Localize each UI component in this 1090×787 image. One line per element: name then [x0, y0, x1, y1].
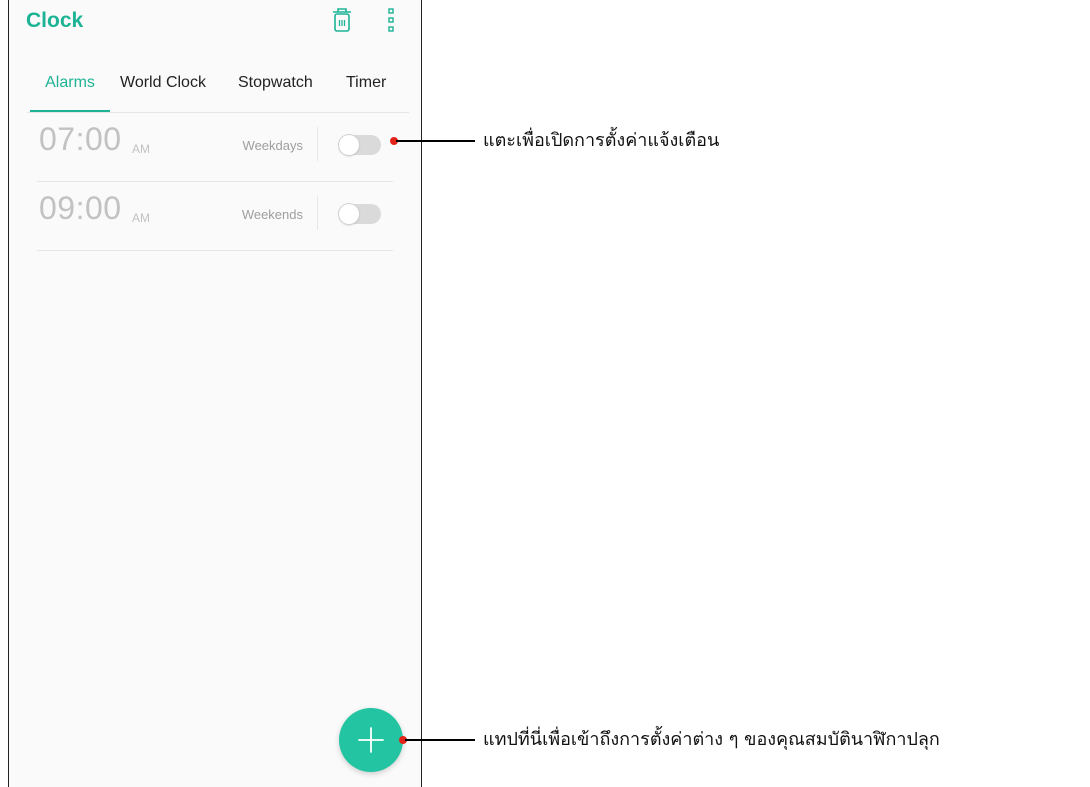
alarm-toggle[interactable] — [339, 135, 381, 155]
callout-fab-text: แทปที่นี่เพื่อเข้าถึงการตั้งค่าต่าง ๆ ขอ… — [483, 729, 940, 750]
plus-icon — [358, 727, 384, 753]
alarm-toggle[interactable] — [339, 204, 381, 224]
tab-stopwatch[interactable]: Stopwatch — [238, 64, 313, 110]
tab-bar: Alarms World Clock Stopwatch Timer — [27, 64, 409, 113]
row-divider — [317, 127, 318, 161]
phone-screen: Clock Alarms World Clock Stopwatch Timer… — [8, 0, 422, 787]
canvas: Clock Alarms World Clock Stopwatch Timer… — [0, 0, 1090, 787]
callout-line — [396, 140, 475, 142]
tab-alarms[interactable]: Alarms — [30, 64, 110, 112]
alarm-ampm: AM — [132, 211, 150, 225]
toggle-knob — [339, 204, 359, 224]
alarm-time: 09:00 — [39, 190, 122, 226]
alarm-ampm: AM — [132, 142, 150, 156]
callout-toggle-text: แตะเพื่อเปิดการตั้งค่าแจ้งเตือน — [483, 130, 720, 151]
add-alarm-button[interactable] — [339, 708, 403, 772]
alarm-repeat-label: Weekdays — [242, 138, 303, 153]
trash-icon[interactable] — [331, 7, 353, 33]
callout-line — [405, 739, 475, 741]
more-vertical-icon[interactable] — [385, 7, 397, 33]
alarm-time: 07:00 — [39, 121, 122, 157]
toggle-knob — [339, 135, 359, 155]
alarm-repeat-label: Weekends — [241, 207, 303, 222]
row-divider — [317, 196, 318, 230]
app-title: Clock — [26, 9, 84, 32]
tab-world-clock[interactable]: World Clock — [120, 64, 206, 110]
alarm-row[interactable]: 09:00 AM Weekends — [37, 182, 393, 251]
tab-timer[interactable]: Timer — [346, 64, 386, 110]
alarm-row[interactable]: 07:00 AM Weekdays — [37, 113, 393, 182]
